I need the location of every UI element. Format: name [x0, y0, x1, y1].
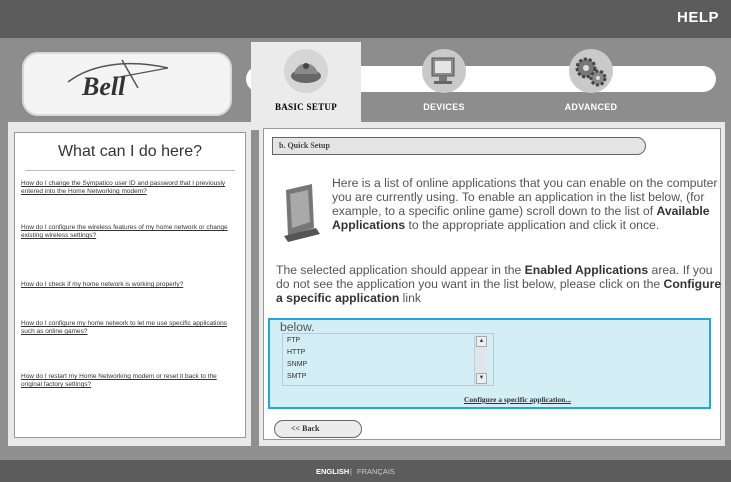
tab-devices-label: DEVICES — [423, 102, 465, 112]
top-bar: HELP — [0, 0, 731, 38]
monitor-icon — [422, 49, 466, 93]
section-header: b. Quick Setup — [272, 137, 646, 155]
faq-link-check-network[interactable]: How do I check if my home network is wor… — [21, 281, 239, 289]
faq-link-specific-applications[interactable]: How do I configure my home network to le… — [21, 320, 239, 336]
faq-link-wireless-settings[interactable]: How do I configure the wireless features… — [21, 224, 239, 240]
applications-listbox[interactable]: FTP HTTP SNMP SMTP ▲ ▼ — [282, 333, 494, 386]
instructions-text: The selected application should appear i… — [276, 263, 722, 305]
language-english-link[interactable]: ENGLISH — [316, 467, 349, 476]
app-option-snmp[interactable]: SNMP — [287, 361, 307, 368]
back-button[interactable]: << Back — [274, 420, 362, 438]
language-french-link[interactable]: FRANÇAIS — [357, 467, 395, 476]
help-link[interactable]: HELP — [677, 9, 719, 26]
tab-devices[interactable]: DEVICES — [399, 44, 489, 120]
app-option-ftp[interactable]: FTP — [287, 337, 300, 344]
router-icon — [284, 49, 328, 93]
scroll-down-icon[interactable]: ▼ — [476, 373, 487, 384]
faq-link-change-user-id[interactable]: How do I change the Sympatico user ID an… — [21, 180, 239, 196]
app-option-http[interactable]: HTTP — [287, 349, 305, 356]
tab-basic-setup[interactable]: BASIC SETUP — [261, 44, 351, 120]
gears-icon — [569, 49, 613, 93]
computer-icon — [284, 184, 320, 242]
back-button-label: << Back — [291, 424, 320, 433]
bell-logo[interactable]: Bell — [22, 52, 232, 116]
listbox-scrollbar[interactable]: ▲ ▼ — [474, 335, 487, 385]
faq-link-restart-modem[interactable]: How do I restart my Home Networking mode… — [21, 373, 239, 389]
section-title: b. Quick Setup — [279, 141, 330, 150]
configure-application-link[interactable]: Configure a specific application... — [464, 395, 571, 404]
divider — [25, 170, 235, 171]
help-panel-title: What can I do here? — [57, 143, 203, 160]
tab-advanced[interactable]: ADVANCED — [546, 44, 636, 120]
intro-text: Here is a list of online applications th… — [332, 176, 718, 232]
below-text: below. — [280, 320, 315, 334]
footer-bar: ENGLISH | FRANÇAIS — [0, 460, 731, 482]
app-option-smtp[interactable]: SMTP — [287, 373, 306, 380]
scroll-up-icon[interactable]: ▲ — [476, 336, 487, 347]
language-separator: | — [350, 467, 352, 476]
logo-text: Bell — [82, 72, 126, 101]
tab-basic-setup-label: BASIC SETUP — [274, 102, 338, 112]
tab-advanced-label: ADVANCED — [564, 102, 618, 112]
help-panel: What can I do here? How do I change the … — [14, 132, 246, 438]
